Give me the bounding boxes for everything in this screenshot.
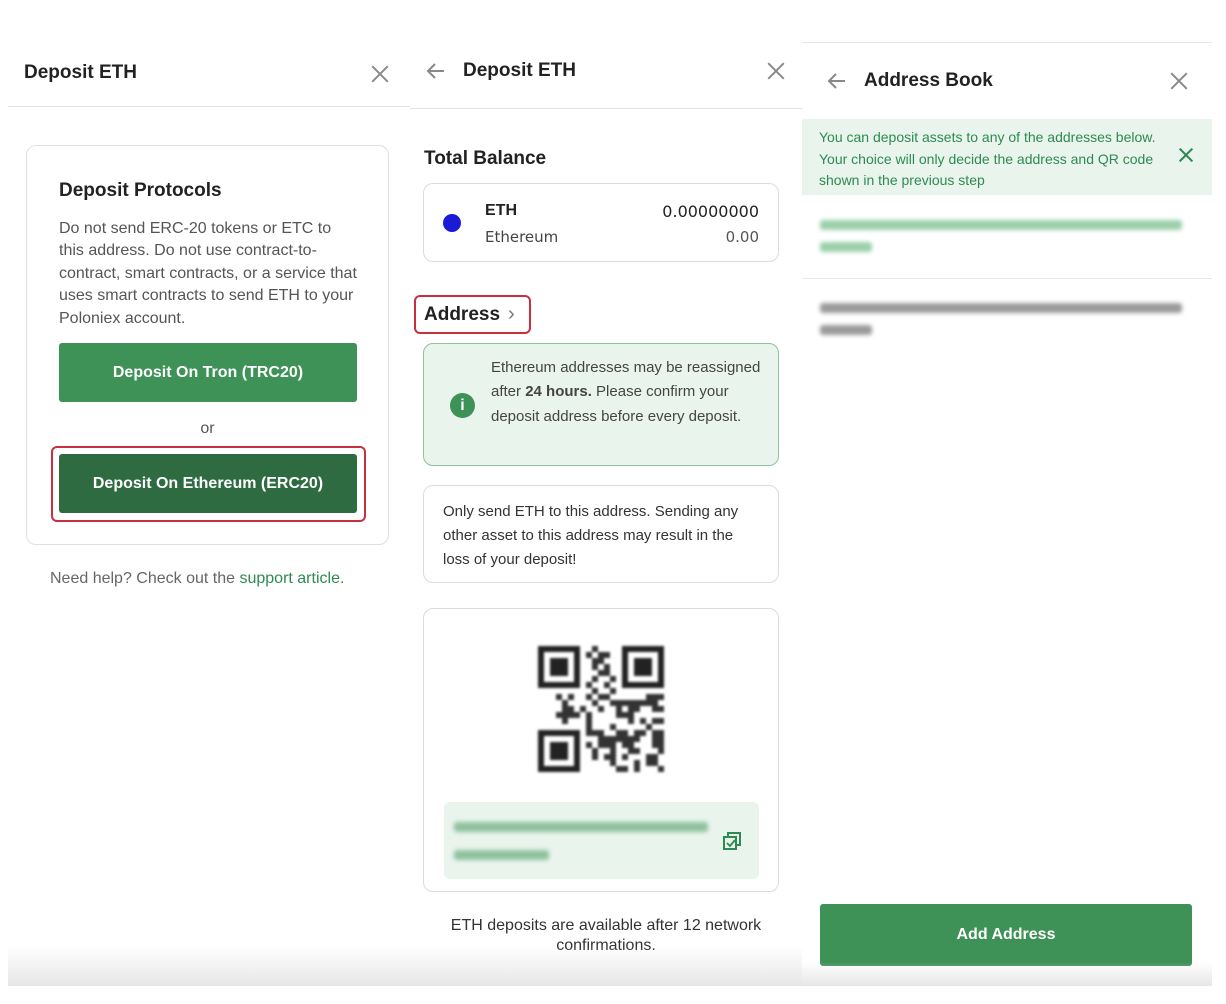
deposit-address-panel: Deposit ETH Total Balance ETH Ethereum 0… (410, 34, 802, 986)
info-icon: i (450, 393, 475, 418)
banner-text: You can deposit assets to any of the add… (819, 129, 1156, 188)
panel-title: Deposit ETH (24, 62, 137, 83)
coin-name: Ethereum (485, 228, 559, 246)
chevron-right-icon: › (508, 303, 515, 325)
warning-notice: Only send ETH to this address. Sending a… (423, 485, 779, 583)
balance-card: ETH Ethereum 0.00000000 0.00 (423, 183, 779, 262)
support-article-link[interactable]: support article (239, 570, 340, 587)
panel-title: Deposit ETH (463, 60, 576, 81)
address-row[interactable] (802, 279, 1212, 363)
address-label: Address (424, 303, 501, 325)
balance-fiat: 0.00 (725, 228, 759, 246)
info-text: Ethereum addresses may be reassigned aft… (491, 356, 763, 429)
bottom-fade (8, 946, 410, 986)
back-arrow-icon[interactable] (426, 61, 446, 81)
info-text-bold: 24 hours. (525, 383, 592, 401)
blurred-address-line (820, 325, 872, 335)
deposit-protocols-card: Deposit Protocols Do not send ERC-20 tok… (26, 145, 389, 545)
protocols-description: Do not send ERC-20 tokens or ETC to this… (59, 220, 357, 327)
banner-close-icon[interactable] (1178, 147, 1194, 163)
coin-symbol: ETH (485, 202, 517, 219)
eth-coin-icon (443, 214, 461, 232)
deposit-protocol-panel: Deposit ETH Deposit Protocols Do not sen… (8, 34, 410, 986)
blurred-address-line (454, 822, 708, 832)
bottom-fade (802, 962, 1212, 986)
help-text: Need help? Check out the support article… (50, 570, 344, 588)
help-suffix: . (339, 570, 345, 587)
deposit-ethereum-button[interactable]: Deposit On Ethereum (ERC20) (59, 454, 357, 513)
deposit-tron-button[interactable]: Deposit On Tron (TRC20) (59, 343, 357, 402)
total-balance-label: Total Balance (424, 148, 547, 169)
address-book-panel: Address Book You can deposit assets to a… (802, 42, 1212, 986)
add-address-button[interactable]: Add Address (820, 904, 1192, 966)
protocols-title: Deposit Protocols (59, 180, 222, 201)
panel-title: Address Book (864, 70, 993, 91)
blurred-address-line (454, 850, 549, 860)
close-icon[interactable] (369, 63, 391, 85)
copy-icon[interactable] (723, 832, 741, 850)
close-icon[interactable] (765, 60, 787, 82)
info-notice: i Ethereum addresses may be reassigned a… (423, 343, 779, 466)
address-book-link[interactable]: Address › (414, 295, 531, 334)
balance-amount: 0.00000000 (662, 202, 759, 221)
qr-code (538, 646, 664, 772)
back-arrow-icon[interactable] (827, 71, 847, 91)
blurred-address-line (820, 220, 1182, 230)
divider (8, 106, 410, 107)
or-separator: or (200, 420, 215, 437)
address-row[interactable] (802, 195, 1212, 279)
blurred-address-line (820, 242, 872, 252)
divider (410, 108, 802, 109)
qr-card (423, 608, 779, 892)
help-prefix: Need help? Check out the (50, 570, 240, 587)
deposit-address-box (444, 802, 759, 879)
info-banner: You can deposit assets to any of the add… (802, 119, 1212, 195)
close-icon[interactable] (1168, 70, 1190, 92)
bottom-fade (410, 946, 802, 986)
blurred-address-line (820, 303, 1182, 313)
